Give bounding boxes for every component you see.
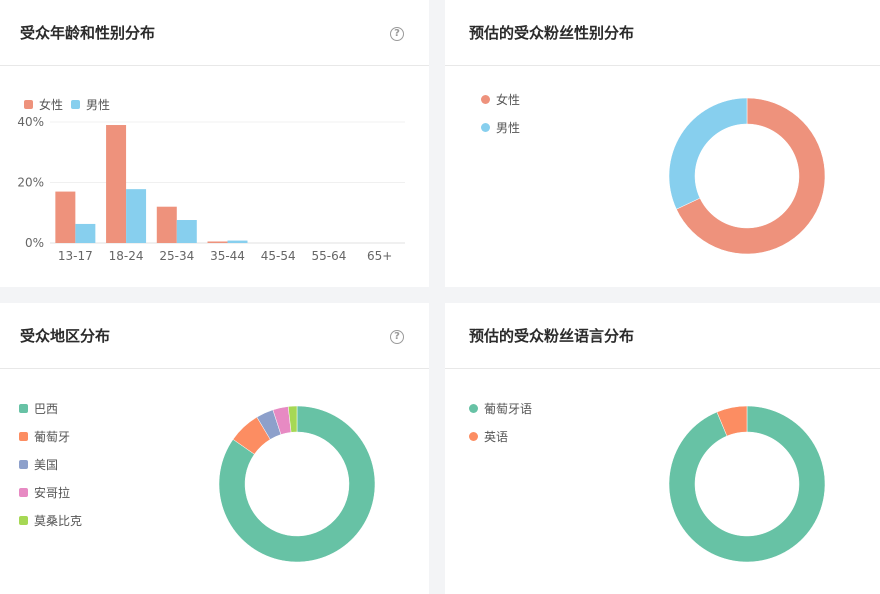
x-tick-label: 55-64 xyxy=(311,249,346,263)
x-tick-label: 13-17 xyxy=(58,249,93,263)
x-tick-label: 18-24 xyxy=(109,249,144,263)
bar-female-13-17[interactable] xyxy=(55,191,76,243)
region-card: 受众地区分布 ? 巴西 葡萄牙 美国 安哥拉 莫桑比克 xyxy=(0,303,429,594)
age-gender-bar-chart: 0% 20% 40% 13-17 18-24 25-34 35-44 45-54 55-64 65… xyxy=(17,115,405,263)
y-tick-label: 20% xyxy=(17,176,44,190)
bar-male-18-24[interactable] xyxy=(126,189,147,243)
bar-female-35-44[interactable] xyxy=(207,241,228,243)
x-tick-label: 45-54 xyxy=(261,249,296,263)
gender-donut-chart xyxy=(668,97,826,255)
x-tick-label: 25-34 xyxy=(159,249,194,263)
language-donut-chart xyxy=(668,405,826,563)
region-donut-chart xyxy=(218,405,376,563)
bar-female-18-24[interactable] xyxy=(106,125,127,243)
y-tick-label: 40% xyxy=(17,115,44,129)
bar-male-13-17[interactable] xyxy=(75,223,96,243)
age-gender-card: 受众年龄和性别分布 ? 女性 男性 0% 20% 40% 13-17 18-24 25-3… xyxy=(0,0,429,287)
gender-card: 预估的受众粉丝性别分布 女性 男性 xyxy=(445,0,880,287)
y-tick-label: 0% xyxy=(25,236,44,250)
donut-slice-男性[interactable] xyxy=(668,97,748,210)
bar-female-25-34[interactable] xyxy=(156,206,177,243)
bar-male-35-44[interactable] xyxy=(227,240,248,243)
language-card: 预估的受众粉丝语言分布 葡萄牙语 英语 xyxy=(445,303,880,594)
x-tick-label: 65+ xyxy=(367,249,392,263)
x-tick-label: 35-44 xyxy=(210,249,245,263)
bar-male-25-34[interactable] xyxy=(176,220,197,243)
